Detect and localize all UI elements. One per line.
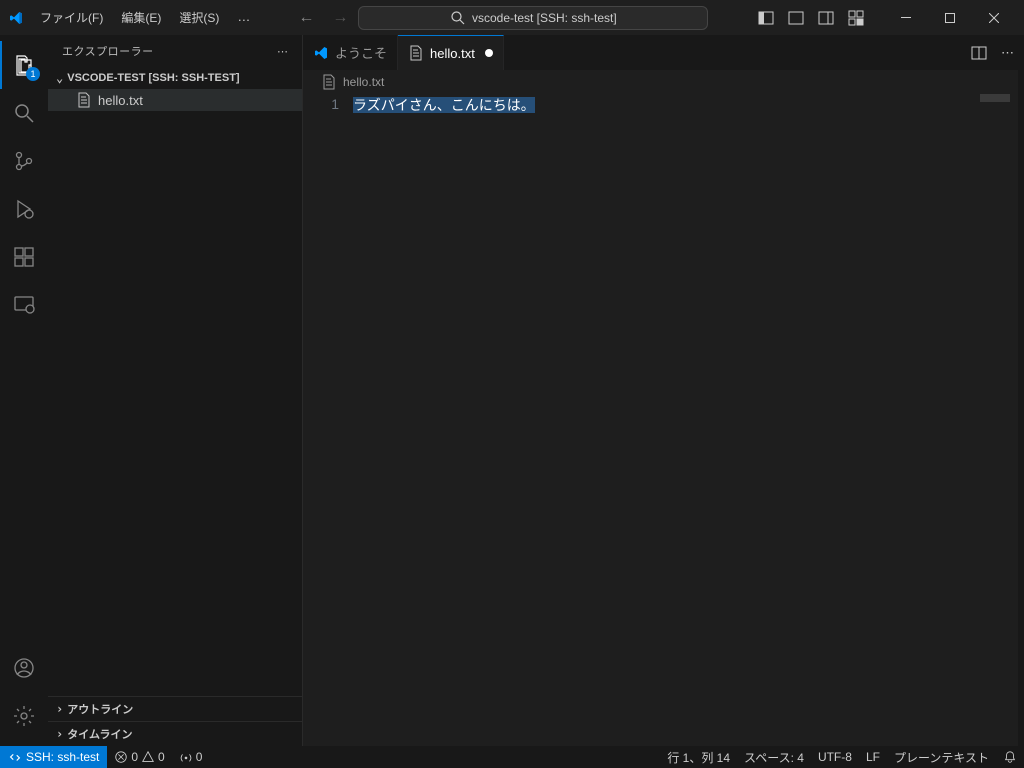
- code-content[interactable]: ラズパイさん、こんにちは。: [353, 94, 1024, 746]
- breadcrumb[interactable]: hello.txt: [303, 70, 1024, 94]
- dirty-indicator: [485, 49, 493, 57]
- editor-area: ようこそ hello.txt ⋯ hello.txt 1 ラズパイさん、こんにち…: [303, 35, 1024, 746]
- bell-icon: [1003, 750, 1017, 764]
- status-remote-label: SSH: ssh-test: [26, 750, 99, 764]
- vscode-icon: [313, 45, 329, 61]
- project-header[interactable]: ⌄ VSCODE-TEST [SSH: SSH-TEST]: [48, 67, 302, 89]
- remote-icon: [8, 750, 22, 764]
- window-controls: [884, 0, 1016, 35]
- warning-count: 0: [158, 750, 165, 764]
- activity-accounts[interactable]: [0, 644, 48, 692]
- timeline-section[interactable]: › タイムライン: [48, 721, 302, 746]
- nav-back[interactable]: ←: [298, 9, 314, 27]
- sidebar-title: エクスプローラー: [62, 43, 154, 59]
- minimap[interactable]: [980, 94, 1010, 102]
- file-icon: [321, 74, 337, 90]
- status-language[interactable]: プレーンテキスト: [887, 749, 996, 766]
- line-number: 1: [303, 96, 339, 112]
- auxiliary-bar: [1018, 35, 1024, 746]
- editor-body[interactable]: 1 ラズパイさん、こんにちは。: [303, 94, 1024, 746]
- project-label: VSCODE-TEST [SSH: SSH-TEST]: [67, 72, 239, 84]
- outline-label: アウトライン: [67, 701, 133, 717]
- activity-run-debug[interactable]: [0, 185, 48, 233]
- activity-settings[interactable]: [0, 692, 48, 740]
- file-icon: [408, 45, 424, 61]
- status-indent[interactable]: スペース: 4: [737, 749, 811, 766]
- breadcrumb-file: hello.txt: [343, 75, 384, 89]
- activity-source-control[interactable]: [0, 137, 48, 185]
- layout-panel-left-icon[interactable]: [758, 10, 774, 26]
- status-problems[interactable]: 0 0: [107, 750, 171, 764]
- editor-tabs: ようこそ hello.txt ⋯: [303, 35, 1024, 70]
- tab-hello-txt[interactable]: hello.txt: [398, 35, 504, 70]
- line-number-gutter: 1: [303, 94, 353, 746]
- command-center-text: vscode-test [SSH: ssh-test]: [472, 11, 617, 25]
- status-ln-col[interactable]: 行 1、列 14: [660, 749, 737, 766]
- status-remote[interactable]: SSH: ssh-test: [0, 746, 107, 768]
- file-name: hello.txt: [98, 93, 143, 108]
- window-close[interactable]: [972, 0, 1016, 35]
- status-notifications[interactable]: [996, 749, 1024, 766]
- status-encoding[interactable]: UTF-8: [811, 749, 859, 766]
- editor-more-icon[interactable]: ⋯: [1001, 45, 1014, 61]
- menu-edit[interactable]: 編集(E): [113, 5, 169, 30]
- window-maximize[interactable]: [928, 0, 972, 35]
- layout-panel-bottom-icon[interactable]: [788, 10, 804, 26]
- outline-section[interactable]: › アウトライン: [48, 697, 302, 721]
- timeline-label: タイムライン: [67, 726, 132, 742]
- antenna-icon: [179, 750, 193, 764]
- activity-extensions[interactable]: [0, 233, 48, 281]
- error-icon: [114, 750, 128, 764]
- chevron-right-icon: ›: [56, 727, 63, 741]
- nav-forward[interactable]: →: [332, 9, 348, 27]
- ports-count: 0: [196, 750, 203, 764]
- error-count: 0: [131, 750, 138, 764]
- chevron-down-icon: ⌄: [56, 71, 63, 85]
- tab-welcome[interactable]: ようこそ: [303, 35, 398, 70]
- menu-file[interactable]: ファイル(F): [32, 5, 111, 30]
- status-ports[interactable]: 0: [172, 750, 210, 764]
- file-item[interactable]: hello.txt: [48, 89, 302, 111]
- menu-bar: ファイル(F) 編集(E) 選択(S) …: [32, 5, 258, 30]
- code-text: ラズパイさん、こんにちは。: [353, 97, 535, 113]
- command-center[interactable]: vscode-test [SSH: ssh-test]: [358, 6, 708, 30]
- menu-select[interactable]: 選択(S): [171, 5, 227, 30]
- nav-arrows: ← →: [298, 9, 348, 27]
- explorer-badge: 1: [26, 67, 40, 81]
- tab-label: ようこそ: [335, 43, 387, 62]
- title-bar: ファイル(F) 編集(E) 選択(S) … ← → vscode-test [S…: [0, 0, 1024, 35]
- activity-remote-explorer[interactable]: [0, 281, 48, 329]
- activity-search[interactable]: [0, 89, 48, 137]
- activity-explorer[interactable]: 1: [0, 41, 48, 89]
- layout-customize-icon[interactable]: [848, 10, 864, 26]
- activity-bar: 1: [0, 35, 48, 746]
- chevron-right-icon: ›: [56, 702, 63, 716]
- tab-label: hello.txt: [430, 46, 475, 61]
- warning-icon: [141, 750, 155, 764]
- status-bar: SSH: ssh-test 0 0 0 行 1、列 14 スペース: 4 UTF…: [0, 746, 1024, 768]
- file-tree: hello.txt: [48, 89, 302, 696]
- sidebar-more-icon[interactable]: ⋯: [277, 45, 288, 58]
- explorer-sidebar: エクスプローラー ⋯ ⌄ VSCODE-TEST [SSH: SSH-TEST]…: [48, 35, 303, 746]
- menu-more[interactable]: …: [229, 5, 258, 30]
- search-icon: [450, 10, 466, 26]
- vscode-logo: [8, 10, 24, 26]
- file-icon: [76, 92, 92, 108]
- status-eol[interactable]: LF: [859, 749, 887, 766]
- split-editor-icon[interactable]: [971, 45, 987, 61]
- layout-controls: [746, 10, 876, 26]
- window-minimize[interactable]: [884, 0, 928, 35]
- layout-panel-right-icon[interactable]: [818, 10, 834, 26]
